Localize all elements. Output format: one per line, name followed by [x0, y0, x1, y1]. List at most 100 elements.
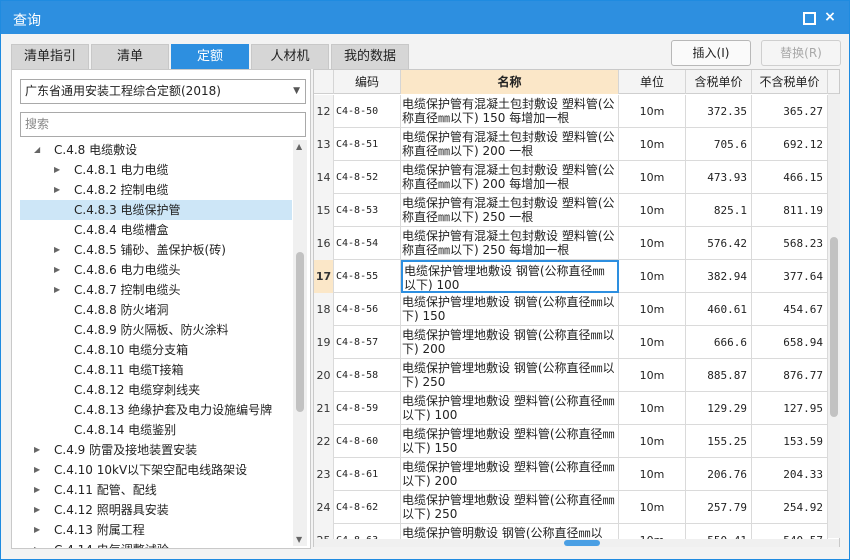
- row-number[interactable]: 22: [314, 425, 334, 458]
- tree-item[interactable]: ▶ C.4.9 防雷及接地装置安装: [20, 440, 292, 460]
- row-number[interactable]: 14: [314, 161, 334, 194]
- unit-cell[interactable]: 10m: [619, 128, 686, 161]
- price-tax-cell[interactable]: 206.76: [686, 458, 752, 491]
- row-number[interactable]: 18: [314, 293, 334, 326]
- unit-cell[interactable]: 10m: [619, 359, 686, 392]
- tree-scrollbar-thumb[interactable]: [296, 252, 304, 412]
- tab-quota[interactable]: 定额: [171, 44, 249, 69]
- tree-item[interactable]: ▶ C.4.10 10kV以下架空配电线路架设: [20, 460, 292, 480]
- unit-cell[interactable]: 10m: [619, 227, 686, 260]
- table-row[interactable]: 15 C4-8-53 电缆保护管有混凝土包封敷设 塑料管(公称直径㎜以下) 250 …: [314, 194, 828, 227]
- tree-item[interactable]: ▶ C.4.13 附属工程: [20, 520, 292, 540]
- price-tax-cell[interactable]: 825.1: [686, 194, 752, 227]
- price-tax-cell[interactable]: 576.42: [686, 227, 752, 260]
- header-price-tax[interactable]: 含税单价: [686, 70, 752, 94]
- code-cell[interactable]: C4-8-59: [334, 392, 401, 425]
- tab-bill[interactable]: 清单: [91, 44, 169, 69]
- name-cell[interactable]: 电缆保护管有混凝土包封敷设 塑料管(公称直径㎜以下) 200 每增加一根: [401, 161, 619, 194]
- unit-cell[interactable]: 10m: [619, 293, 686, 326]
- row-number[interactable]: 17: [314, 260, 334, 293]
- unit-cell[interactable]: 10m: [619, 194, 686, 227]
- collapsed-arrow-icon[interactable]: ▶: [34, 540, 40, 548]
- tab-my-data[interactable]: 我的数据: [331, 44, 409, 69]
- unit-cell[interactable]: 10m: [619, 161, 686, 194]
- tree-item[interactable]: C.4.8.12 电缆穿刺线夹: [20, 380, 292, 400]
- unit-cell[interactable]: 10m: [619, 491, 686, 524]
- collapsed-arrow-icon[interactable]: ▶: [34, 500, 40, 520]
- table-row[interactable]: 19 C4-8-57 电缆保护管埋地敷设 钢管(公称直径㎜以下) 200 10m 666…: [314, 326, 828, 359]
- tree-item[interactable]: ▶ C.4.12 照明器具安装: [20, 500, 292, 520]
- unit-cell[interactable]: 10m: [619, 326, 686, 359]
- tree-item[interactable]: ▶ C.4.8.1 电力电缆: [20, 160, 292, 180]
- code-cell[interactable]: C4-8-50: [334, 95, 401, 128]
- name-cell[interactable]: 电缆保护管埋地敷设 钢管(公称直径㎜以下) 200: [401, 326, 619, 359]
- collapsed-arrow-icon[interactable]: ▶: [54, 160, 60, 180]
- header-name[interactable]: 名称: [401, 70, 619, 94]
- collapsed-arrow-icon[interactable]: ▶: [54, 280, 60, 300]
- collapsed-arrow-icon[interactable]: ▶: [34, 460, 40, 480]
- table-row[interactable]: 14 C4-8-52 电缆保护管有混凝土包封敷设 塑料管(公称直径㎜以下) 200 …: [314, 161, 828, 194]
- replace-button[interactable]: 替换(R): [761, 40, 841, 66]
- grid-scrollbar-thumb[interactable]: [830, 237, 838, 417]
- unit-cell[interactable]: 10m: [619, 458, 686, 491]
- name-cell[interactable]: 电缆保护管有混凝土包封敷设 塑料管(公称直径㎜以下) 150 每增加一根: [401, 95, 619, 128]
- name-cell[interactable]: 电缆保护管埋地敷设 钢管(公称直径㎜以下) 250: [401, 359, 619, 392]
- price-tax-cell[interactable]: 705.6: [686, 128, 752, 161]
- row-number[interactable]: 16: [314, 227, 334, 260]
- tree-item[interactable]: C.4.8.10 电缆分支箱: [20, 340, 292, 360]
- close-icon[interactable]: ×: [823, 10, 837, 24]
- tree-item[interactable]: ▶ C.4.8.2 控制电缆: [20, 180, 292, 200]
- table-row[interactable]: 21 C4-8-59 电缆保护管埋地敷设 塑料管(公称直径㎜以下) 100 10m 12…: [314, 392, 828, 425]
- price-tax-cell[interactable]: 460.61: [686, 293, 752, 326]
- grid-hscrollbar[interactable]: [314, 539, 839, 547]
- name-cell[interactable]: 电缆保护管有混凝土包封敷设 塑料管(公称直径㎜以下) 200 一根: [401, 128, 619, 161]
- code-cell[interactable]: C4-8-51: [334, 128, 401, 161]
- scroll-down-icon[interactable]: ▼: [296, 535, 302, 544]
- code-cell[interactable]: C4-8-57: [334, 326, 401, 359]
- collapsed-arrow-icon[interactable]: ▶: [54, 240, 60, 260]
- table-row[interactable]: 18 C4-8-56 电缆保护管埋地敷设 钢管(公称直径㎜以下) 150 10m 460…: [314, 293, 828, 326]
- price-notax-cell[interactable]: 568.23: [752, 227, 828, 260]
- name-cell[interactable]: 电缆保护管埋地敷设 钢管(公称直径㎜以下) 100: [401, 260, 619, 293]
- row-number[interactable]: 12: [314, 95, 334, 128]
- price-notax-cell[interactable]: 127.95: [752, 392, 828, 425]
- table-row[interactable]: 12 C4-8-50 电缆保护管有混凝土包封敷设 塑料管(公称直径㎜以下) 150 …: [314, 95, 828, 128]
- table-row[interactable]: 23 C4-8-61 电缆保护管埋地敷设 塑料管(公称直径㎜以下) 200 10m 20…: [314, 458, 828, 491]
- price-notax-cell[interactable]: 454.67: [752, 293, 828, 326]
- name-cell[interactable]: 电缆保护管埋地敷设 塑料管(公称直径㎜以下) 100: [401, 392, 619, 425]
- code-cell[interactable]: C4-8-58: [334, 359, 401, 392]
- price-notax-cell[interactable]: 692.12: [752, 128, 828, 161]
- tree-item[interactable]: ▶ C.4.8.7 控制电缆头: [20, 280, 292, 300]
- price-notax-cell[interactable]: 377.64: [752, 260, 828, 293]
- unit-cell[interactable]: 10m: [619, 425, 686, 458]
- collapsed-arrow-icon[interactable]: ▶: [34, 480, 40, 500]
- scroll-up-icon[interactable]: ▲: [296, 142, 302, 151]
- price-tax-cell[interactable]: 155.25: [686, 425, 752, 458]
- grid-scrollbar[interactable]: [828, 94, 840, 538]
- expanded-arrow-icon[interactable]: ◢: [34, 140, 40, 160]
- price-tax-cell[interactable]: 129.29: [686, 392, 752, 425]
- name-cell[interactable]: 电缆保护管埋地敷设 钢管(公称直径㎜以下) 150: [401, 293, 619, 326]
- collapsed-arrow-icon[interactable]: ▶: [34, 440, 40, 460]
- name-cell[interactable]: 电缆保护管有混凝土包封敷设 塑料管(公称直径㎜以下) 250 每增加一根: [401, 227, 619, 260]
- header-price-notax[interactable]: 不含税单价: [752, 70, 828, 94]
- table-row[interactable]: 17 C4-8-55 电缆保护管埋地敷设 钢管(公称直径㎜以下) 100 10m 382…: [314, 260, 828, 293]
- code-cell[interactable]: C4-8-62: [334, 491, 401, 524]
- title-bar[interactable]: 查询 ×: [1, 1, 849, 34]
- name-cell[interactable]: 电缆保护管埋地敷设 塑料管(公称直径㎜以下) 200: [401, 458, 619, 491]
- table-row[interactable]: 20 C4-8-58 电缆保护管埋地敷设 钢管(公称直径㎜以下) 250 10m 885…: [314, 359, 828, 392]
- price-notax-cell[interactable]: 811.19: [752, 194, 828, 227]
- tree-item[interactable]: ▶ C.4.14 电气调整试验: [20, 540, 292, 548]
- grid-hscrollbar-thumb[interactable]: [564, 540, 600, 546]
- price-tax-cell[interactable]: 666.6: [686, 326, 752, 359]
- row-number[interactable]: 19: [314, 326, 334, 359]
- table-row[interactable]: 24 C4-8-62 电缆保护管埋地敷设 塑料管(公称直径㎜以下) 250 10m 25…: [314, 491, 828, 524]
- price-tax-cell[interactable]: 382.94: [686, 260, 752, 293]
- dropdown-arrow-icon[interactable]: ▼: [293, 80, 300, 103]
- tree-item[interactable]: C.4.8.11 电缆T接箱: [20, 360, 292, 380]
- collapsed-arrow-icon[interactable]: ▶: [54, 180, 60, 200]
- row-number[interactable]: 20: [314, 359, 334, 392]
- tree-item[interactable]: ▶ C.4.11 配管、配线: [20, 480, 292, 500]
- price-tax-cell[interactable]: 885.87: [686, 359, 752, 392]
- name-cell[interactable]: 电缆保护管埋地敷设 塑料管(公称直径㎜以下) 150: [401, 425, 619, 458]
